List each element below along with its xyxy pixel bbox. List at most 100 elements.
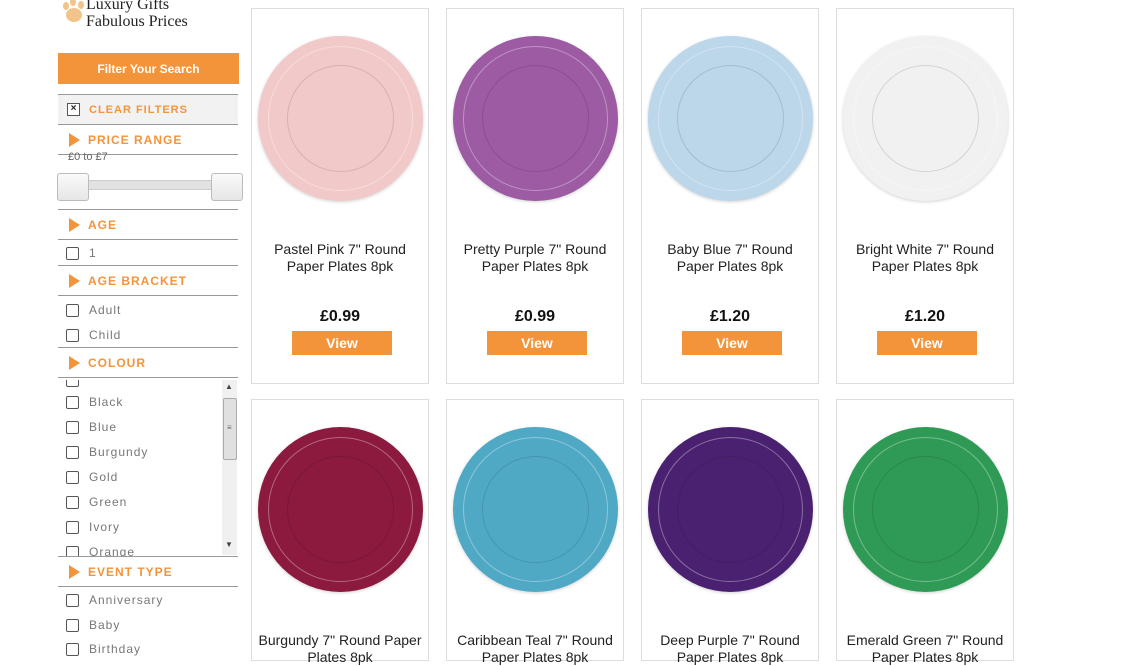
age-bracket-label: AGE BRACKET <box>88 274 188 288</box>
view-button[interactable]: View <box>682 331 782 355</box>
product-card[interactable]: Pretty Purple 7" Round Paper Plates 8pk … <box>446 8 624 384</box>
product-card[interactable]: Pastel Pink 7" Round Paper Plates 8pk £0… <box>251 8 429 384</box>
event-option-baby[interactable]: Baby <box>66 617 120 633</box>
checkbox[interactable] <box>66 395 79 409</box>
colour-label: COLOUR <box>88 356 146 370</box>
colour-option-label: Orange <box>89 545 136 557</box>
triangle-right-icon <box>69 356 80 370</box>
product-title[interactable]: Pretty Purple 7" Round Paper Plates 8pk <box>453 241 617 275</box>
checkbox[interactable] <box>66 420 79 434</box>
product-card[interactable]: Caribbean Teal 7" Round Paper Plates 8pk <box>446 399 624 665</box>
grip-icon: ≡ <box>227 423 232 432</box>
plate-inner <box>287 456 394 563</box>
product-card[interactable]: Bright White 7" Round Paper Plates 8pk £… <box>836 8 1014 384</box>
product-title[interactable]: Deep Purple 7" Round Paper Plates 8pk <box>648 632 812 666</box>
product-price: £0.99 <box>514 308 556 325</box>
age-heading[interactable]: AGE <box>58 211 238 240</box>
divider <box>58 347 238 348</box>
checkbox[interactable] <box>66 545 79 556</box>
product-card[interactable]: Burgundy 7" Round Paper Plates 8pk <box>251 399 429 665</box>
plate-inner <box>872 456 979 563</box>
scrollbar-thumb[interactable]: ≡ <box>223 398 237 460</box>
price-slider-max-handle[interactable] <box>211 173 243 201</box>
colour-option-blue[interactable]: Blue <box>66 419 117 435</box>
plate-inner <box>482 456 589 563</box>
product-title[interactable]: Burgundy 7" Round Paper Plates 8pk <box>258 632 422 666</box>
price-slider-min-handle[interactable] <box>57 173 89 201</box>
colour-option-burgundy[interactable]: Burgundy <box>66 444 148 460</box>
colour-option-partial[interactable] <box>66 380 79 388</box>
checkbox[interactable] <box>66 642 79 656</box>
view-button[interactable]: View <box>877 331 977 355</box>
age-bracket-option-child[interactable]: Child <box>66 327 121 343</box>
checkbox[interactable] <box>66 380 79 387</box>
colour-option-ivory[interactable]: Ivory <box>66 519 120 535</box>
product-title[interactable]: Emerald Green 7" Round Paper Plates 8pk <box>843 632 1007 666</box>
product-title[interactable]: Pastel Pink 7" Round Paper Plates 8pk <box>258 241 422 275</box>
filter-search-button[interactable]: Filter Your Search <box>58 53 239 84</box>
age-option-1[interactable]: 1 <box>66 245 97 261</box>
view-button[interactable]: View <box>292 331 392 355</box>
product-card[interactable]: Baby Blue 7" Round Paper Plates 8pk £1.2… <box>641 8 819 384</box>
triangle-right-icon <box>69 133 80 147</box>
age-option-label: 1 <box>89 246 97 260</box>
scroll-down-icon[interactable]: ▼ <box>225 540 233 549</box>
logo-text-line2: Fabulous Prices <box>86 13 188 30</box>
colour-option-gold[interactable]: Gold <box>66 469 118 485</box>
colour-heading[interactable]: COLOUR <box>58 349 238 378</box>
age-bracket-option-label: Adult <box>89 303 122 317</box>
product-image[interactable] <box>453 427 618 592</box>
checkbox[interactable] <box>66 618 79 632</box>
colour-option-black[interactable]: Black <box>66 394 123 410</box>
scroll-up-icon[interactable]: ▲ <box>225 382 233 391</box>
product-image[interactable] <box>648 36 813 201</box>
product-image[interactable] <box>258 427 423 592</box>
checkbox[interactable] <box>66 520 79 534</box>
event-option-label: Birthday <box>89 642 142 656</box>
colour-option-orange[interactable]: Orange <box>66 544 136 557</box>
colour-option-label: Burgundy <box>89 445 149 459</box>
price-range-label: PRICE RANGE <box>88 133 183 147</box>
product-price: £1.20 <box>709 308 751 325</box>
site-logo[interactable]: Luxury Gifts Fabulous Prices <box>62 0 242 34</box>
event-type-heading[interactable]: EVENT TYPE <box>58 558 238 587</box>
triangle-right-icon <box>69 565 80 579</box>
product-title[interactable]: Caribbean Teal 7" Round Paper Plates 8pk <box>453 632 617 666</box>
event-option-anniversary[interactable]: Anniversary <box>66 592 163 608</box>
colour-scrollbar[interactable]: ▲ ≡ ▼ <box>222 380 237 555</box>
event-option-birthday[interactable]: Birthday <box>66 641 141 657</box>
checkbox[interactable] <box>66 328 79 342</box>
plate-inner <box>872 65 979 172</box>
product-image[interactable] <box>648 427 813 592</box>
colour-option-green[interactable]: Green <box>66 494 127 510</box>
product-title[interactable]: Bright White 7" Round Paper Plates 8pk <box>843 241 1007 275</box>
colour-options-list[interactable]: Black Blue Burgundy Gold Green Ivory Ora… <box>58 380 238 557</box>
price-slider-track[interactable] <box>86 180 212 190</box>
product-image[interactable] <box>453 36 618 201</box>
product-title[interactable]: Baby Blue 7" Round Paper Plates 8pk <box>648 241 812 275</box>
colour-option-label: Blue <box>89 420 118 434</box>
divider <box>58 265 238 266</box>
view-button[interactable]: View <box>487 331 587 355</box>
colour-option-label: Ivory <box>89 520 121 534</box>
checkbox[interactable] <box>66 445 79 459</box>
product-price: £1.20 <box>904 308 946 325</box>
triangle-right-icon <box>69 218 80 232</box>
age-bracket-heading[interactable]: AGE BRACKET <box>58 267 238 296</box>
clear-filters-button[interactable]: × CLEAR FILTERS <box>58 94 238 125</box>
checkbox[interactable] <box>66 495 79 509</box>
event-type-label: EVENT TYPE <box>88 565 173 579</box>
age-bracket-option-adult[interactable]: Adult <box>66 302 121 318</box>
product-image[interactable] <box>258 36 423 201</box>
checkbox[interactable] <box>66 470 79 484</box>
checkbox[interactable] <box>66 303 79 317</box>
checkbox[interactable] <box>66 246 79 260</box>
close-icon: × <box>67 103 80 116</box>
plate-inner <box>287 65 394 172</box>
product-image[interactable] <box>843 36 1008 201</box>
product-image[interactable] <box>843 427 1008 592</box>
product-card[interactable]: Deep Purple 7" Round Paper Plates 8pk <box>641 399 819 665</box>
product-card[interactable]: Emerald Green 7" Round Paper Plates 8pk <box>836 399 1014 665</box>
event-option-label: Baby <box>89 618 121 632</box>
checkbox[interactable] <box>66 593 79 607</box>
